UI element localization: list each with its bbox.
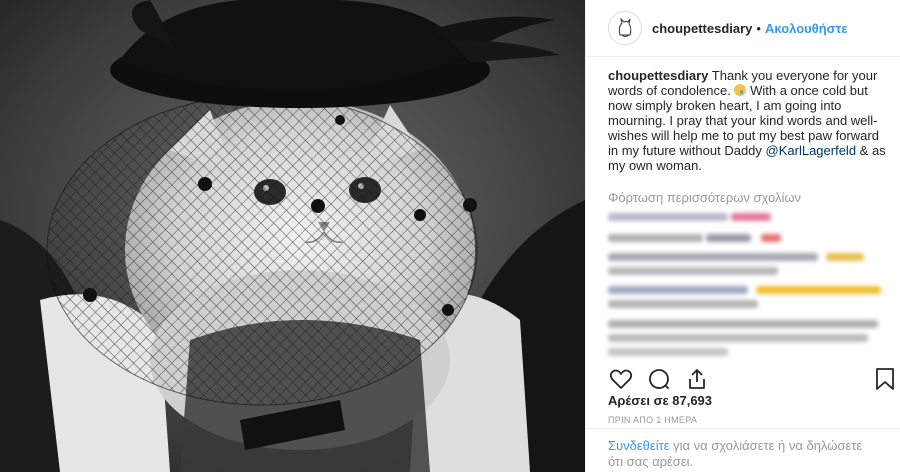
share-button[interactable]	[684, 366, 710, 392]
follow-button[interactable]: Ακολουθήστε	[765, 21, 848, 36]
cat-sketch-icon	[618, 17, 632, 37]
comment-button[interactable]	[646, 366, 672, 392]
crying-face-emoji-icon	[734, 84, 747, 96]
post-panel: choupettesdiary • Ακολουθήστε choupettes…	[585, 0, 900, 472]
post-header: choupettesdiary • Ακολουθήστε	[586, 0, 900, 57]
post-photo[interactable]	[0, 0, 585, 472]
post-timestamp[interactable]: ΠΡΙΝ ΑΠΟ 1 ΗΜΕΡΑ	[608, 415, 697, 425]
bookmark-icon	[876, 368, 894, 390]
login-link[interactable]: Συνδεθείτε	[608, 438, 670, 453]
post-caption: choupettesdiary Thank you everyone for y…	[608, 68, 890, 173]
avatar[interactable]	[608, 11, 642, 45]
save-button[interactable]	[872, 366, 898, 392]
load-more-comments-link[interactable]: Φόρτωση περισσότερων σχολίων	[608, 190, 801, 205]
login-prompt: Συνδεθείτε για να σχολιάσετε ή να δηλώσε…	[586, 428, 900, 472]
caption-mention-link[interactable]: @KarlLagerfeld	[766, 143, 857, 158]
likes-count[interactable]: Αρέσει σε 87,693	[608, 393, 712, 408]
follow-separator: •	[756, 20, 761, 36]
header-username[interactable]: choupettesdiary	[652, 21, 752, 36]
share-icon	[689, 369, 705, 389]
post-actions	[608, 366, 898, 392]
caption-username[interactable]: choupettesdiary	[608, 68, 708, 83]
comment-icon	[649, 369, 670, 390]
cat-with-veil-image	[0, 0, 585, 472]
heart-icon	[609, 369, 633, 389]
like-button[interactable]	[608, 366, 634, 392]
